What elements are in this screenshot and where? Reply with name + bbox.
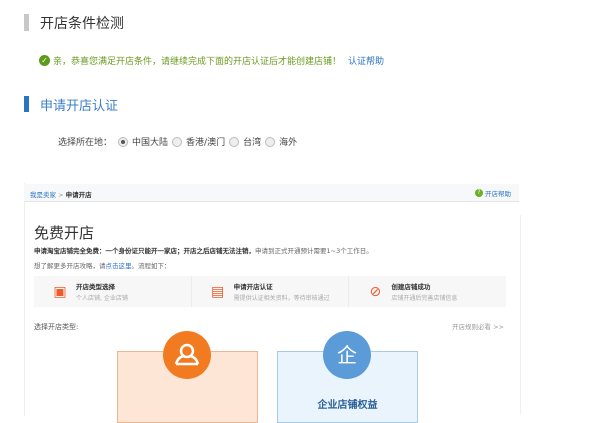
rules-link[interactable]: 开店规则必看 >> [452,321,504,331]
desc-bold: 申请淘宝店铺完全免费：一个身份证只能开一家店；开店之后店铺无法注销， [34,247,255,255]
select-type-label: 选择开店类型: [34,323,79,331]
step-done: ⊘ 创建店铺成功店铺开通后完善店铺信息 [349,276,506,307]
frame-edge [520,215,521,415]
breadcrumb: 我是卖家 > 申请开店 ? 开店帮助 [24,184,519,202]
location-selector: 选择所在地： 中国大陆 香港/澳门 台湾 海外 [58,135,297,148]
desc-rest: 申请到正式开通预计需要1~3个工作日。 [255,247,373,255]
auth-section-title: 申请开店认证 [40,99,119,114]
breadcrumb-root[interactable]: 我是卖家 [30,191,56,199]
radio-hk-macau[interactable] [172,136,183,147]
check-circle-icon: ✓ [39,55,50,66]
document-icon: ▤ [211,283,225,300]
success-text: 亲，恭喜您满足开店条件，请继续完成下面的开店认证后才能创建店铺！ [53,57,342,67]
step-sub: 店铺开通后完善店铺信息 [391,295,458,302]
breadcrumb-sep: > [56,191,66,199]
step-title: 开店类型选择 [76,283,115,291]
option-label: 香港/澳门 [186,138,226,148]
more-info: 想了解更多开店攻略，请点击这里。流程如下： [34,260,171,270]
option-label: 中国大陆 [132,138,169,148]
free-store-title: 免费开店 [34,224,95,242]
radio-taiwan[interactable] [229,136,240,147]
person-icon [163,331,211,379]
grid-icon: ▣ [53,283,67,300]
click-here-link[interactable]: 点击这里 [106,262,132,270]
section-marker [24,14,29,31]
check-circle-icon: ⊘ [369,283,382,300]
help-text: 开店帮助 [485,190,511,198]
open-store-help-link[interactable]: ? 开店帮助 [475,188,511,198]
step-sub: 个人店铺, 企业店铺 [76,295,128,302]
breadcrumb-current: 申请开店 [65,191,92,199]
radio-mainland[interactable] [118,136,129,147]
option-label: 台湾 [243,138,262,148]
location-label: 选择所在地： [58,138,113,148]
step-auth: ▤ 申请开店认证需提供认证相关资料，等待审核通过 [192,276,350,307]
auth-help-link[interactable]: 认证帮助 [348,54,384,67]
section-marker-active [24,96,29,112]
question-icon: ? [475,189,483,197]
step-type: ▣ 开店类型选择个人店铺, 企业店铺 [34,276,192,307]
enterprise-icon: 企 [323,331,371,379]
check-section-title: 开店条件检测 [40,16,124,32]
step-title: 申请开店认证 [233,283,273,291]
success-message: ✓ 亲，恭喜您满足开店条件，请继续完成下面的开店认证后才能创建店铺！ 认证帮助 [39,54,384,67]
enterprise-card-title: 企业店铺权益 [317,400,378,411]
description: 申请淘宝店铺完全免费：一个身份证只能开一家店；开店之后店铺无法注销，申请到正式开… [34,245,373,255]
step-title: 创建店铺成功 [391,283,431,291]
radio-overseas[interactable] [265,136,276,147]
option-label: 海外 [279,138,298,148]
more-suffix: 。流程如下： [131,262,171,270]
step-sub: 需提供认证相关资料，等待审核通过 [233,295,330,302]
process-steps: ▣ 开店类型选择个人店铺, 企业店铺 ▤ 申请开店认证需提供认证相关资料，等待审核通… [34,276,506,307]
more-prefix: 想了解更多开店攻略，请 [34,262,106,270]
